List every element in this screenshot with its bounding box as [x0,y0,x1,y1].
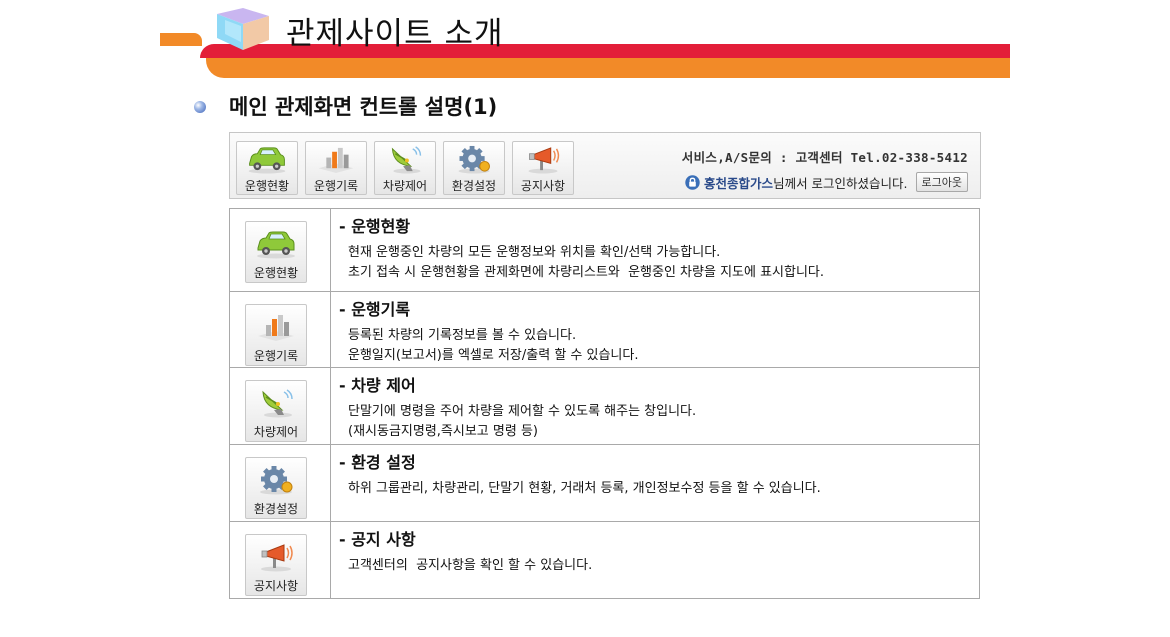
section-title: 메인 관제화면 컨트롤 설명(1) [229,95,498,119]
gear-icon [452,145,496,174]
logout-button[interactable]: 로그아웃 [915,172,968,192]
icon-cell: 운행현황 [229,208,331,292]
button-label: 공지사항 [253,579,299,593]
item-description-line: 현재 운행중인 차량의 모든 운행정보와 위치를 확인/선택 가능합니다. [348,245,721,260]
cube-icon [217,8,269,50]
item-description-line: 고객센터의 공지사항을 확인 할 수 있습니다. [348,558,593,573]
header-accent-left [160,33,202,46]
gear-icon [254,464,298,496]
icon-cell: 차량제어 [229,367,331,445]
page-title: 관제사이트 소개 [286,16,504,52]
table-row: 차량제어 - 차량 제어 단말기에 명령을 주어 차량을 제어할 수 있도록 해… [229,367,980,445]
button-label: 차량제어 [253,425,299,439]
item-description-line: 초기 접속 시 운행현황을 관제화면에 차량리스트와 운행중인 차량을 지도에 … [348,265,825,280]
description-cell: - 운행기록 등록된 차량의 기록정보를 볼 수 있습니다. 운행일지(보고서)… [330,291,980,368]
notices-button[interactable]: 공지사항 [245,534,307,596]
control-description-table: 운행현황 - 운행현황 현재 운행중인 차량의 모든 운행정보와 위치를 확인/… [229,208,980,599]
bar-chart-icon [314,145,358,174]
item-title: - 운행현황 [339,217,411,236]
control-toolbar: 운행현황 운행기록 차량제어 환경설정 공지사항 서비스,A/S문의 : 고객센… [229,132,981,199]
login-message: 님께서 로그인하셨습니다. [773,175,908,191]
item-description-line: 운행일지(보고서)를 엑셀로 저장/출력 할 수 있습니다. [348,348,639,363]
company-name: 홍천종합가스 [704,175,774,191]
customer-center-contact: 서비스,A/S문의 : 고객센터 Tel.02-338-5412 [681,150,968,165]
button-label: 운행현황 [253,266,299,280]
lock-icon [685,175,700,190]
description-cell: - 환경 설정 하위 그룹관리, 차량관리, 단말기 현황, 거래처 등록, 개… [330,444,980,522]
icon-cell: 운행기록 [229,291,331,368]
vehicle-control-button[interactable]: 차량제어 [245,380,307,442]
header-bar-orange [206,58,1010,78]
item-description-line: (재시동금지명령,즉시보고 명령 등) [348,424,538,439]
toolbar-button-driving-records[interactable]: 운행기록 [305,141,367,195]
toolbar-button-label: 공지사항 [520,179,566,193]
item-title: - 환경 설정 [339,453,416,472]
description-cell: - 운행현황 현재 운행중인 차량의 모든 운행정보와 위치를 확인/선택 가능… [330,208,980,292]
car-icon [245,145,289,174]
toolbar-button-driving-status[interactable]: 운행현황 [236,141,298,195]
item-title: - 운행기록 [339,300,411,319]
login-status: 홍천종합가스 님께서 로그인하셨습니다. 로그아웃 [685,172,968,192]
toolbar-button-notices[interactable]: 공지사항 [512,141,574,195]
satellite-dish-icon [254,387,298,419]
icon-cell: 공지사항 [229,521,331,599]
button-label: 환경설정 [253,502,299,516]
toolbar-button-label: 차량제어 [382,179,428,193]
toolbar-button-vehicle-control[interactable]: 차량제어 [374,141,436,195]
settings-button[interactable]: 환경설정 [245,457,307,519]
description-cell: - 공지 사항 고객센터의 공지사항을 확인 할 수 있습니다. [330,521,980,599]
table-row: 운행기록 - 운행기록 등록된 차량의 기록정보를 볼 수 있습니다. 운행일지… [229,291,980,368]
bar-chart-icon [254,311,298,343]
table-row: 운행현황 - 운행현황 현재 운행중인 차량의 모든 운행정보와 위치를 확인/… [229,208,980,292]
icon-cell: 환경설정 [229,444,331,522]
satellite-dish-icon [383,145,427,174]
item-title: - 차량 제어 [339,376,416,395]
car-icon [254,228,298,260]
item-description-line: 등록된 차량의 기록정보를 볼 수 있습니다. [348,328,577,343]
driving-status-button[interactable]: 운행현황 [245,221,307,283]
driving-records-button[interactable]: 운행기록 [245,304,307,366]
toolbar-button-settings[interactable]: 환경설정 [443,141,505,195]
toolbar-button-label: 운행현황 [244,179,290,193]
table-row: 환경설정 - 환경 설정 하위 그룹관리, 차량관리, 단말기 현황, 거래처 … [229,444,980,522]
description-cell: - 차량 제어 단말기에 명령을 주어 차량을 제어할 수 있도록 해주는 창입… [330,367,980,445]
toolbar-button-label: 운행기록 [313,179,359,193]
toolbar-button-label: 환경설정 [451,179,497,193]
table-row: 공지사항 - 공지 사항 고객센터의 공지사항을 확인 할 수 있습니다. [229,521,980,599]
section-bullet-icon [194,101,206,113]
item-title: - 공지 사항 [339,530,416,549]
megaphone-icon [254,541,298,573]
button-label: 운행기록 [253,349,299,363]
item-description-line: 하위 그룹관리, 차량관리, 단말기 현황, 거래처 등록, 개인정보수정 등을… [348,481,821,496]
megaphone-icon [521,145,565,174]
item-description-line: 단말기에 명령을 주어 차량을 제어할 수 있도록 해주는 창입니다. [348,404,697,419]
